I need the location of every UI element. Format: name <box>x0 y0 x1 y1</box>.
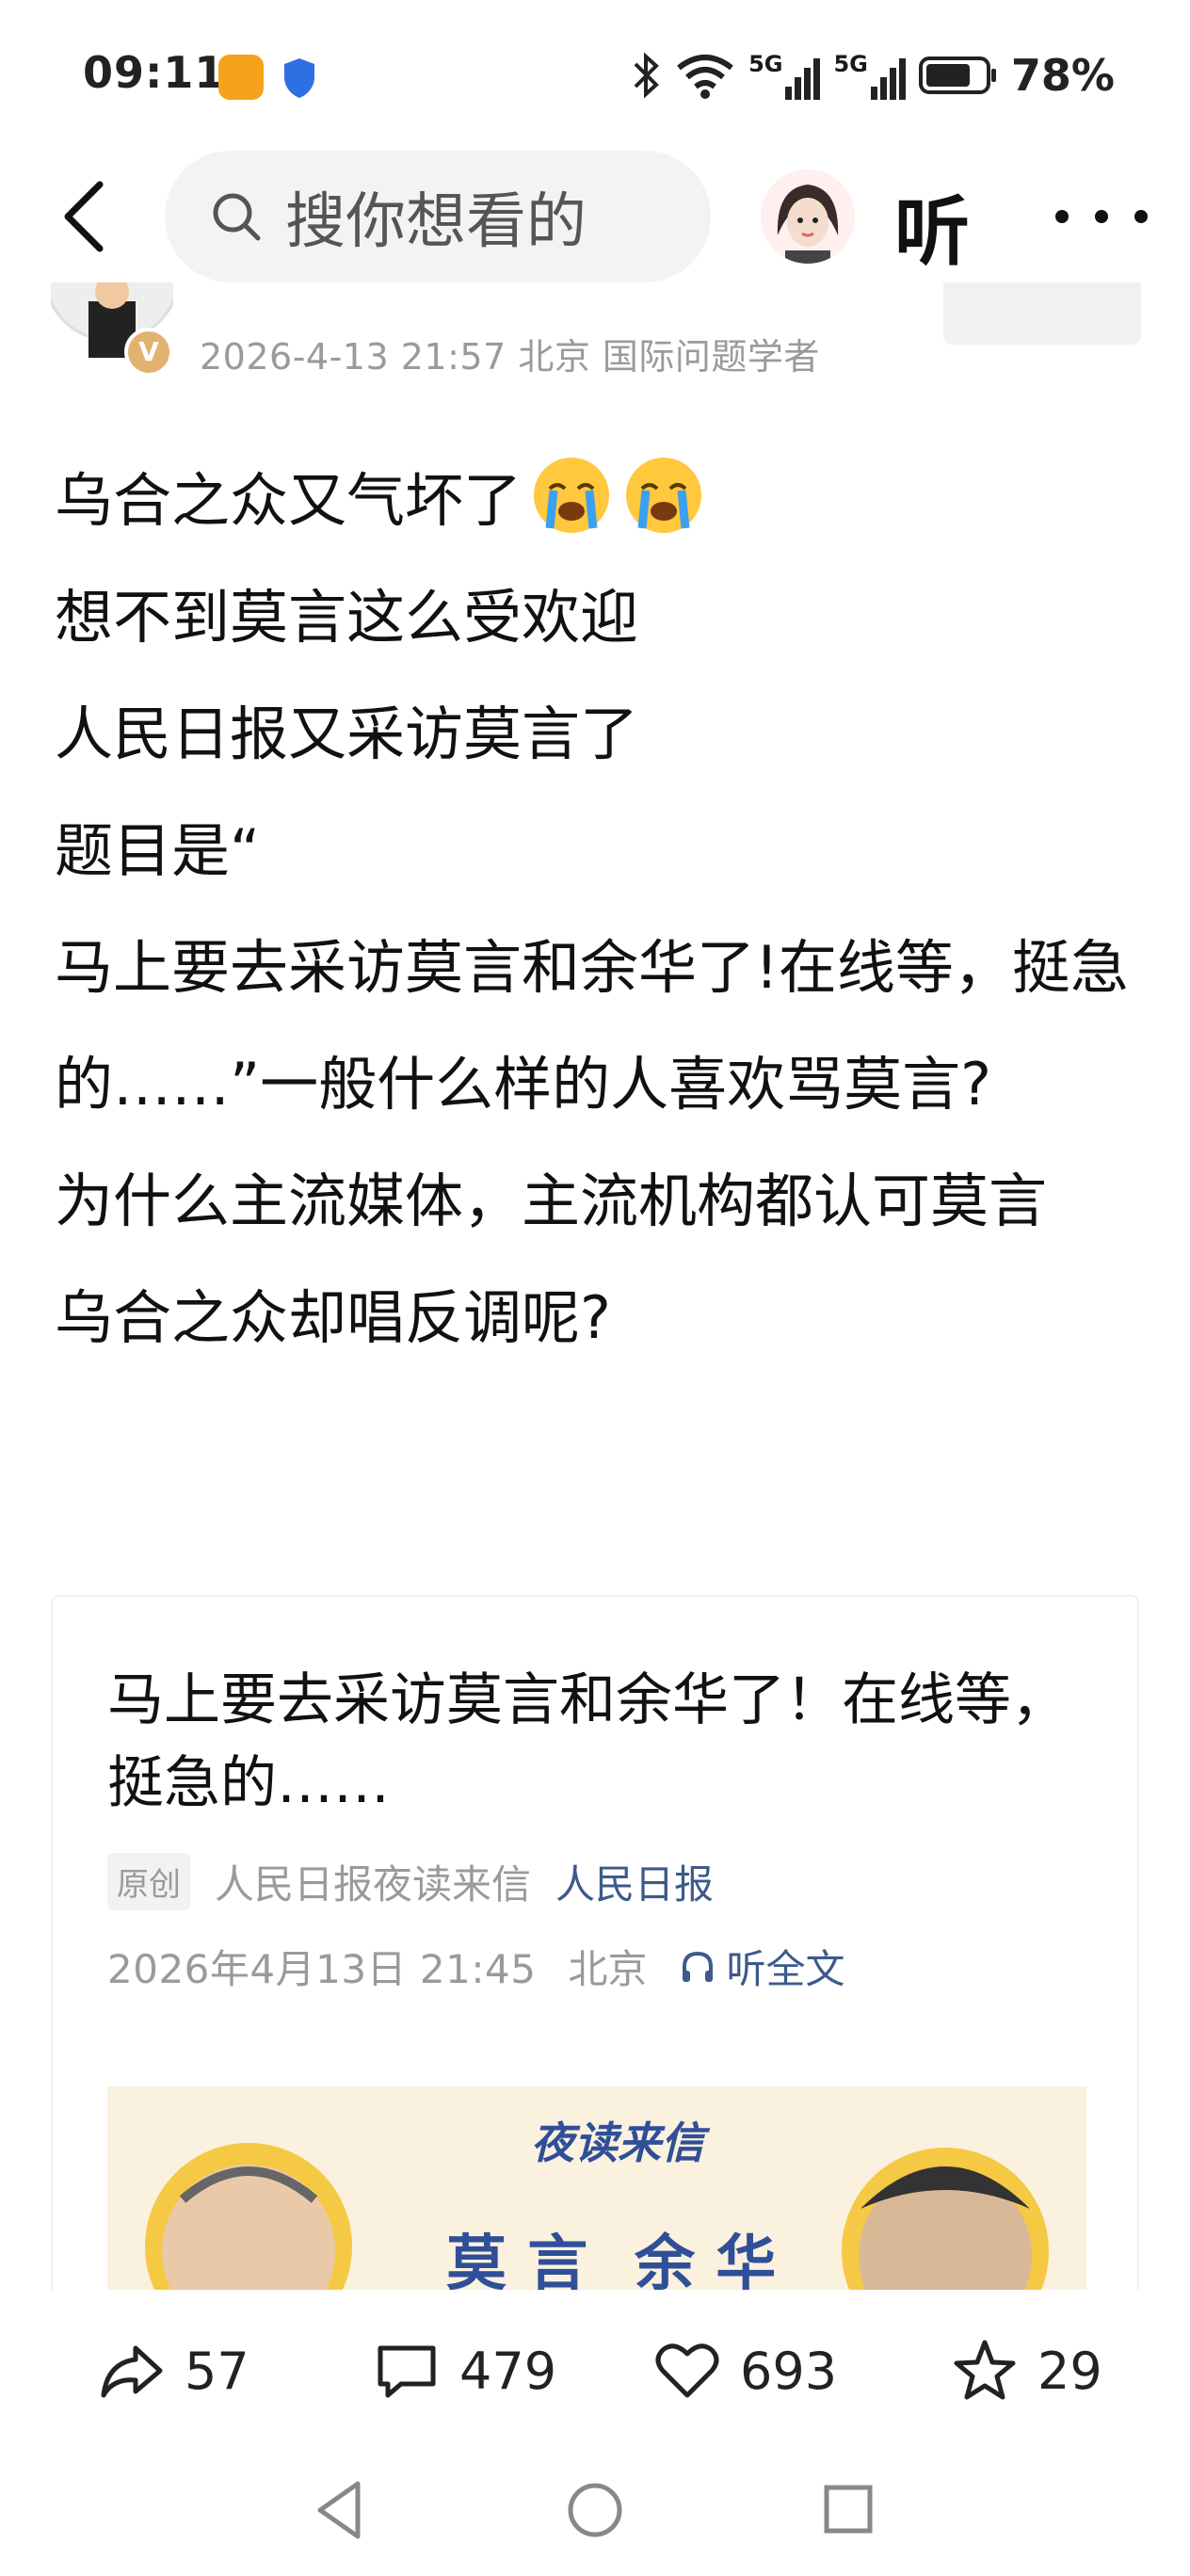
system-back-icon[interactable] <box>311 2476 367 2544</box>
notification-app-icon <box>218 55 264 100</box>
article-location: 北京 <box>568 1946 648 1992</box>
article-cover-image[interactable]: 莫 言 余 华 夜读来信 <box>107 2086 1086 2309</box>
article-source-row: 原创 人民日报夜读来信 人民日报 <box>107 1853 714 1910</box>
article-date: 2026年4月13日 21:45 <box>107 1946 537 1992</box>
assistant-avatar-image <box>761 169 855 264</box>
post-line: 人民日报又采访莫言了 <box>55 700 639 768</box>
favorite-count: 29 <box>1037 2341 1102 2401</box>
wifi-icon <box>677 55 733 99</box>
signal-label: 5G <box>748 51 783 77</box>
back-arrow-icon[interactable] <box>56 179 113 254</box>
top-nav: 搜你想看的 听 <box>0 151 1190 282</box>
verified-badge: V <box>124 328 173 377</box>
system-recents-icon[interactable] <box>819 2476 876 2544</box>
comment-button[interactable]: 479 <box>373 2337 556 2405</box>
svg-text:余 华: 余 华 <box>634 2229 776 2299</box>
article-title[interactable]: 马上要去采访莫言和余华了！在线等，挺急的…… <box>107 1659 1086 1825</box>
assistant-avatar[interactable] <box>761 169 855 264</box>
favorite-button[interactable]: 29 <box>951 2337 1102 2405</box>
search-icon <box>213 193 261 241</box>
star-icon <box>954 2340 1016 2400</box>
listen-full-button[interactable]: 听全文 <box>679 1938 844 1995</box>
listen-button[interactable]: 听 <box>894 171 970 281</box>
status-bar: 09:11 5G 5G 78% <box>0 0 1190 151</box>
bluetooth-icon <box>634 52 659 99</box>
signal-label: 5G <box>833 51 868 77</box>
shield-icon <box>284 58 314 98</box>
follow-button[interactable] <box>943 282 1141 345</box>
article-date-row: 2026年4月13日 21:45 北京 听全文 <box>107 1938 844 1995</box>
listen-full-label: 听全文 <box>726 1946 845 1992</box>
system-home-icon[interactable] <box>565 2476 625 2544</box>
share-icon <box>101 2345 163 2398</box>
share-count: 57 <box>185 2341 249 2401</box>
post-line: 想不到莫言这么受欢迎 <box>55 583 639 652</box>
search-input[interactable]: 搜你想看的 <box>165 151 711 282</box>
post-line: 马上要去采访莫言和余华了!在线等，挺急的……”一般什么样的人喜欢骂莫言? <box>55 933 1129 1119</box>
post-line: 乌合之众却唱反调呢? <box>55 1283 611 1352</box>
signal-icon-2: 5G <box>833 51 906 100</box>
article-source-link[interactable]: 人民日报 <box>555 1853 714 1910</box>
post-line-text: 乌合之众又气坏了 <box>55 466 523 535</box>
article-source-name: 人民日报夜读来信 <box>215 1861 532 1908</box>
action-bar: 57 479 693 29 <box>0 2290 1190 2448</box>
system-navigation-bar <box>0 2448 1190 2576</box>
author-meta: 2026-4-13 21:57 北京 国际问题学者 <box>200 336 820 378</box>
share-button[interactable]: 57 <box>98 2337 249 2405</box>
more-icon[interactable] <box>1045 198 1158 235</box>
signal-icon-1: 5G <box>748 51 821 100</box>
post-line: 乌合之众又气坏了 <box>55 443 1147 559</box>
post-content: 乌合之众又气坏了 想不到莫言这么受欢迎 人民日报又采访莫言了 题目是“ 马上要去… <box>55 443 1147 1377</box>
status-time: 09:11 <box>83 47 226 98</box>
post-line: 题目是“ <box>55 816 261 885</box>
author-row[interactable]: V 2026-4-13 21:57 北京 国际问题学者 <box>0 282 1190 386</box>
crying-emoji-icon <box>534 458 610 533</box>
original-tag: 原创 <box>107 1853 190 1910</box>
cover-caption: 夜读来信 <box>531 2117 704 2168</box>
like-count: 693 <box>740 2341 838 2401</box>
battery-icon <box>918 56 996 94</box>
battery-percent: 78% <box>1010 50 1115 101</box>
linked-article-card[interactable]: 马上要去采访莫言和余华了！在线等，挺急的…… 原创 人民日报夜读来信 人民日报 … <box>51 1595 1139 2310</box>
comment-icon <box>378 2345 436 2398</box>
headphones-icon <box>683 1951 714 1982</box>
crying-emoji-icon <box>626 458 702 533</box>
post-line: 为什么主流媒体，主流机构都认可莫言 <box>55 1167 1048 1235</box>
status-indicators: 5G 5G 78% <box>630 47 1115 104</box>
heart-icon <box>655 2343 719 2398</box>
comment-count: 479 <box>459 2341 557 2401</box>
svg-text:莫 言: 莫 言 <box>446 2229 587 2299</box>
search-placeholder: 搜你想看的 <box>285 187 587 257</box>
like-button[interactable]: 693 <box>653 2337 837 2405</box>
